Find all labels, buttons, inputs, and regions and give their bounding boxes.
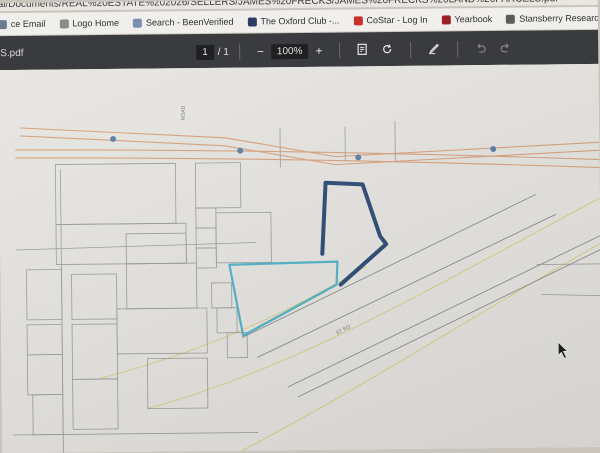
toolbar-divider	[410, 41, 412, 58]
parcel-map: ROAD ST RD	[0, 63, 600, 453]
costar-icon	[353, 15, 363, 25]
redo-button[interactable]	[500, 42, 511, 56]
redo-icon	[500, 43, 510, 53]
envelope-icon	[0, 19, 7, 29]
annotate-button[interactable]	[428, 42, 440, 57]
rotate-button[interactable]	[381, 43, 393, 58]
bookmark-item[interactable]: Logo Home	[59, 18, 119, 29]
pdf-page[interactable]: ROAD ST RD	[0, 63, 600, 453]
bookmark-label: Logo Home	[72, 17, 119, 29]
bookmark-label: Stansberry Research...	[519, 12, 600, 24]
bookmark-label: CoStar - Log In	[366, 14, 428, 26]
undo-icon	[477, 43, 486, 53]
bookmark-label: ce Email	[10, 18, 46, 30]
current-page-value: 1	[202, 46, 208, 58]
bookmark-label: Search - BeenVerified	[145, 16, 234, 28]
zoom-in-button[interactable]: +	[315, 44, 322, 58]
page-separator: /	[217, 46, 221, 58]
pdf-file-name: S.pdf	[0, 47, 24, 60]
page-icon	[132, 18, 142, 28]
road-label: ROAD	[181, 105, 187, 120]
bookmark-item[interactable]: The Oxford Club -...	[247, 15, 340, 27]
bookmark-item[interactable]: Stansberry Research...	[506, 13, 600, 24]
yearbook-icon	[441, 14, 451, 25]
zoom-level-input[interactable]: 100%	[270, 43, 309, 59]
page-navigator: 1 / 1 − 100% +	[196, 41, 518, 60]
bookmark-item[interactable]: Search - BeenVerified	[132, 16, 234, 28]
current-page-input[interactable]: 1	[196, 44, 214, 60]
total-pages: 1	[223, 46, 229, 58]
zoom-level-value: 100%	[276, 45, 303, 57]
annotate-icon	[429, 43, 440, 54]
fit-page-icon	[357, 43, 368, 55]
shield-icon	[247, 16, 257, 27]
rotate-icon	[383, 43, 392, 53]
globe-icon	[506, 14, 516, 24]
toolbar-divider	[339, 42, 341, 59]
bookmark-item[interactable]: Yearbook	[441, 14, 492, 25]
zoom-out-button[interactable]: −	[257, 44, 264, 58]
toolbar-divider	[457, 41, 459, 58]
square-icon	[59, 18, 69, 29]
bookmark-label: The Oxford Club -...	[260, 15, 340, 27]
bookmark-label: Yearbook	[454, 13, 493, 25]
bookmark-item[interactable]: ce Email	[0, 19, 45, 29]
fit-page-button[interactable]	[357, 43, 368, 58]
monitor-screen: al/Documents/REAL%20ESTATE%202026/SELLER…	[0, 0, 600, 453]
undo-button[interactable]	[475, 42, 486, 56]
toolbar-divider	[238, 43, 240, 60]
map-background	[0, 63, 600, 453]
bookmark-item[interactable]: CoStar - Log In	[353, 14, 428, 26]
